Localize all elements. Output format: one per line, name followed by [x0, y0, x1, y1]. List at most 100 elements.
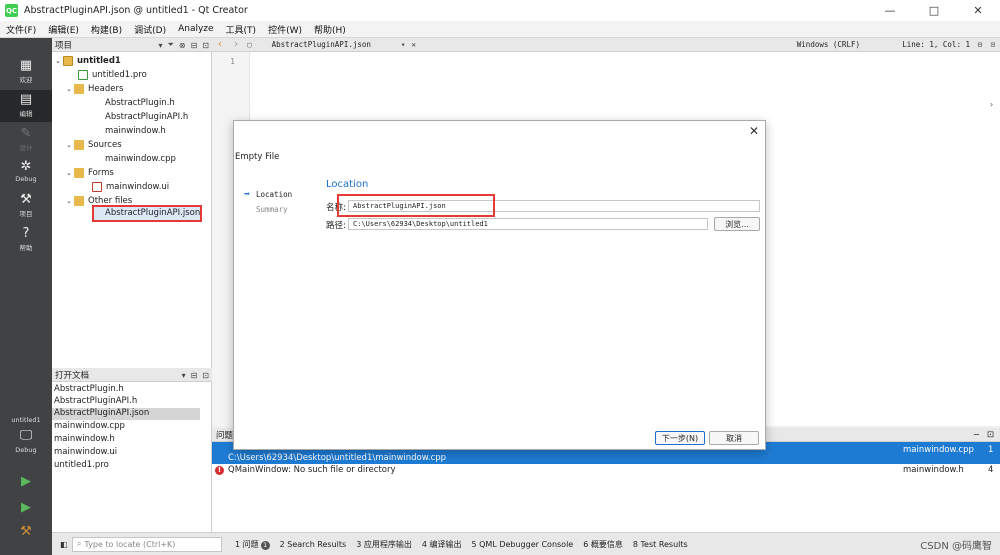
- issue-file: mainwindow.cpp: [903, 445, 974, 455]
- issue-row[interactable]: ! QMainWindow: No such file or directory…: [212, 464, 1000, 477]
- collapse-icon[interactable]: −: [973, 430, 980, 440]
- mode-welcome[interactable]: ▦ 欢迎: [0, 56, 52, 88]
- split-icon[interactable]: ⊟: [977, 40, 982, 49]
- toggle-sidebar-icon[interactable]: ◧: [60, 540, 68, 549]
- tree-item-project[interactable]: ⌄ untitled1: [55, 54, 121, 67]
- kit-mode: Debug: [15, 446, 37, 454]
- menu-edit[interactable]: 编辑(E): [42, 23, 85, 36]
- chevron-down-icon[interactable]: ⌄: [55, 57, 63, 65]
- menu-debug[interactable]: 调试(D): [128, 23, 172, 36]
- menu-file[interactable]: 文件(F): [0, 23, 42, 36]
- filter-icon[interactable]: ⏷: [167, 40, 173, 50]
- mode-debug[interactable]: ✲ Debug: [0, 157, 52, 189]
- forward-icon[interactable]: ›: [233, 39, 239, 50]
- side-tab-icon[interactable]: ›: [990, 100, 993, 109]
- issue-line: 4: [988, 465, 994, 475]
- dropdown-icon[interactable]: ▾: [182, 371, 186, 380]
- menu-analyze[interactable]: Analyze: [172, 24, 219, 34]
- menu-build[interactable]: 构建(B): [85, 23, 128, 36]
- tab-app-output[interactable]: 3 应用程序输出: [351, 539, 417, 550]
- maximize-button[interactable]: □: [912, 0, 956, 21]
- issues-body: [212, 477, 1000, 532]
- mode-design[interactable]: ✎ 设计: [0, 124, 52, 156]
- project-panel-header: 项目 ▾ ⏷ ⊗ ⊟ ⊡: [52, 38, 212, 52]
- list-item[interactable]: AbstractPluginAPI.h: [54, 396, 137, 408]
- tab-test-results[interactable]: 8 Test Results: [628, 540, 693, 549]
- menu-window[interactable]: 控件(W): [262, 23, 308, 36]
- close-panel-icon[interactable]: ⊡: [202, 371, 209, 380]
- chevron-down-icon[interactable]: ⌄: [66, 197, 74, 205]
- chevron-down-icon[interactable]: ⌄: [66, 141, 74, 149]
- tree-item-headers[interactable]: ⌄ Headers: [66, 82, 123, 95]
- next-button[interactable]: 下一步(N): [655, 431, 705, 445]
- tree-item-forms[interactable]: ⌄ Forms: [66, 166, 114, 179]
- tree-item-file[interactable]: mainwindow.ui: [92, 180, 169, 193]
- folder-icon: [74, 195, 84, 206]
- tree-item-selected-json[interactable]: AbstractPluginAPI.json: [92, 205, 202, 222]
- play-icon: ▶: [21, 474, 31, 489]
- bug-icon: ✲: [20, 159, 32, 174]
- tab-search-results[interactable]: 2 Search Results: [275, 540, 352, 549]
- tab-qml-console[interactable]: 5 QML Debugger Console: [466, 540, 578, 549]
- list-item[interactable]: mainwindow.h: [54, 434, 115, 446]
- wizard-step-location: ➡ Location: [244, 189, 293, 200]
- run-button[interactable]: ▶: [0, 472, 52, 492]
- split-icon[interactable]: ⊟: [191, 371, 198, 380]
- debug-run-button[interactable]: ▶: [0, 498, 52, 518]
- error-icon: !: [215, 466, 224, 475]
- cursor-position[interactable]: Line: 1, Col: 1: [902, 40, 970, 49]
- list-item-selected[interactable]: AbstractPluginAPI.json: [52, 408, 200, 420]
- open-docs-list: AbstractPlugin.h AbstractPluginAPI.h Abs…: [52, 382, 212, 532]
- link-icon[interactable]: ⊗: [179, 41, 186, 50]
- cancel-button[interactable]: 取消: [709, 431, 759, 445]
- tree-item-file[interactable]: mainwindow.cpp: [105, 152, 176, 165]
- new-file-dialog: ✕ Empty File ➡ Location Summary Location…: [233, 120, 766, 450]
- encoding[interactable]: Windows (CRLF): [797, 40, 860, 49]
- tree-item-file[interactable]: AbstractPlugin.h: [105, 96, 175, 109]
- back-icon[interactable]: ‹: [217, 39, 223, 50]
- line-number: 1: [230, 57, 235, 66]
- minimize-button[interactable]: —: [868, 0, 912, 21]
- current-file[interactable]: AbstractPluginAPI.json: [272, 40, 371, 49]
- issue-line: 1: [988, 445, 994, 455]
- list-item[interactable]: mainwindow.ui: [54, 447, 117, 459]
- chevron-down-icon[interactable]: ⌄: [66, 85, 74, 93]
- list-item[interactable]: untitled1.pro: [54, 460, 109, 472]
- tab-compile-output[interactable]: 4 编译输出: [417, 539, 467, 550]
- maximize-panel-icon[interactable]: ⊡: [987, 430, 994, 440]
- page-title: Location: [326, 179, 369, 190]
- close-button[interactable]: ✕: [956, 0, 1000, 21]
- pro-file-icon: [78, 69, 88, 80]
- build-button[interactable]: ⚒: [0, 522, 52, 542]
- close-panel-icon[interactable]: ⊡: [990, 40, 995, 49]
- folder-icon: [74, 83, 84, 94]
- mode-bar: ▦ 欢迎 ▤ 编辑 ✎ 设计 ✲ Debug ⚒ 项目 ? 帮助 untitle…: [0, 38, 52, 555]
- kit-selector[interactable]: untitled1 🖵 Debug: [0, 416, 52, 466]
- editor-toolbar: ‹ › ▢ AbstractPluginAPI.json ▾ ✕ Windows…: [212, 38, 1000, 52]
- split-icon[interactable]: ⊟: [191, 41, 198, 50]
- tree-item-pro[interactable]: untitled1.pro: [78, 68, 147, 81]
- close-panel-icon[interactable]: ⊡: [202, 41, 209, 50]
- locator-input[interactable]: ⌕ Type to locate (Ctrl+K): [72, 536, 222, 552]
- tab-issues[interactable]: 1 问题 1: [230, 539, 275, 550]
- tree-item-sources[interactable]: ⌄ Sources: [66, 138, 122, 151]
- dropdown-icon[interactable]: ▾: [401, 40, 406, 49]
- open-docs-header: 打开文档 ▾ ⊟ ⊡: [52, 368, 212, 382]
- tab-general-messages[interactable]: 6 概要信息: [578, 539, 628, 550]
- mode-help[interactable]: ? 帮助: [0, 224, 52, 256]
- close-icon[interactable]: ✕: [749, 124, 759, 138]
- list-item[interactable]: mainwindow.cpp: [54, 421, 125, 433]
- close-icon[interactable]: ✕: [411, 40, 416, 49]
- menu-tools[interactable]: 工具(T): [220, 23, 263, 36]
- tree-item-file[interactable]: mainwindow.h: [105, 124, 166, 137]
- project-icon: [63, 55, 73, 66]
- mode-edit[interactable]: ▤ 编辑: [0, 90, 52, 122]
- mode-projects[interactable]: ⚒ 项目: [0, 190, 52, 222]
- tree-item-file[interactable]: AbstractPluginAPI.h: [105, 110, 188, 123]
- menu-help[interactable]: 帮助(H): [308, 23, 352, 36]
- chevron-down-icon[interactable]: ⌄: [66, 169, 74, 177]
- dropdown-icon[interactable]: ▾: [158, 41, 162, 50]
- list-item[interactable]: AbstractPlugin.h: [54, 384, 124, 396]
- path-field[interactable]: C:\Users\62934\Desktop\untitled1: [348, 218, 708, 230]
- browse-button[interactable]: 浏览...: [714, 217, 760, 231]
